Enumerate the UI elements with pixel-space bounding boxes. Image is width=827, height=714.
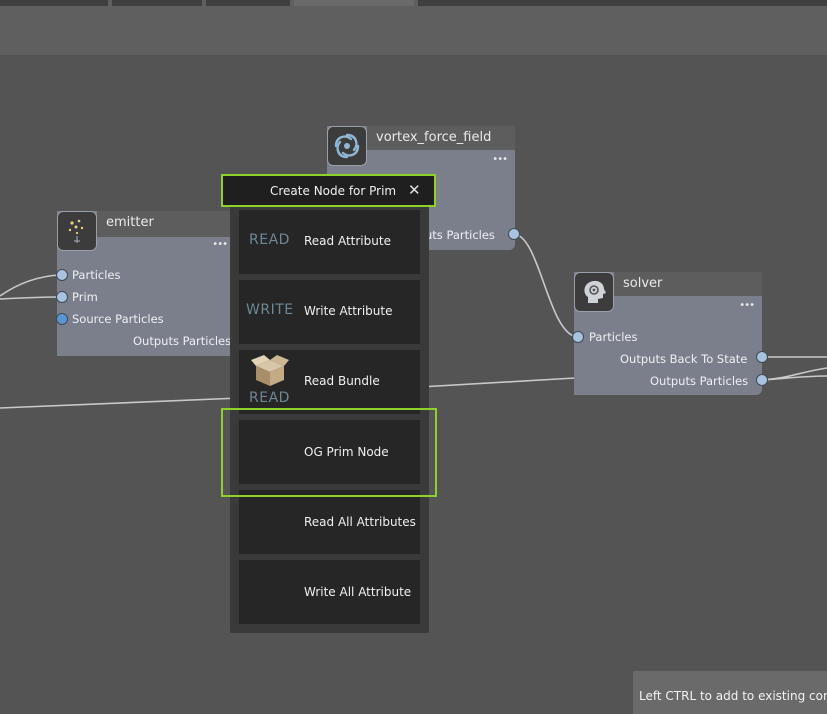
menu-item-label: Write Attribute xyxy=(304,304,393,318)
wire-vortex-to-solver xyxy=(513,233,578,338)
node-header: solver xyxy=(614,272,762,296)
menu-item-label: Read All Attributes xyxy=(304,515,416,529)
wire-prim-in xyxy=(0,296,61,300)
wire-particles-in xyxy=(0,274,61,297)
port-label: Particles xyxy=(72,268,121,282)
port-label: Outputs Particles xyxy=(650,374,749,388)
menu-item-label: Read Attribute xyxy=(304,234,391,248)
read-icon: READ xyxy=(249,232,290,248)
wire-to-solver xyxy=(419,377,576,388)
port-label: uts Particles xyxy=(425,228,495,242)
port-label: Particles xyxy=(589,330,638,344)
emitter-port-source-particles[interactable] xyxy=(56,313,68,325)
tooltip-text: Left CTRL to add to existing conn xyxy=(639,689,827,703)
port-label: Outputs Particles xyxy=(133,334,232,348)
emitter-port-prim[interactable] xyxy=(56,291,68,303)
node-title: emitter xyxy=(106,215,154,230)
emitter-port-particles[interactable] xyxy=(56,269,68,281)
node-header: vortex_force_field xyxy=(367,126,515,150)
node-menu-icon[interactable]: ••• xyxy=(212,239,228,250)
solver-port-particles[interactable] xyxy=(572,331,584,343)
vortex-port-outputs-particles[interactable] xyxy=(508,228,520,240)
menu-item-label: Read Bundle xyxy=(304,374,380,388)
node-header: emitter xyxy=(97,211,235,237)
node-menu-icon[interactable]: ••• xyxy=(739,300,755,311)
node-title: solver xyxy=(623,276,663,291)
menu-item-read-all-attributes[interactable]: Read All Attributes xyxy=(239,490,420,554)
brain-gear-icon xyxy=(574,272,614,312)
vortex-icon xyxy=(327,126,367,166)
sparkle-emitter-icon xyxy=(57,211,97,251)
solver-port-outputs-particles[interactable] xyxy=(756,374,768,386)
wire-bundle xyxy=(0,397,241,409)
menu-item-write-all-attribute[interactable]: Write All Attribute xyxy=(239,560,420,624)
port-label: Prim xyxy=(72,290,98,304)
read-icon: READ xyxy=(249,390,290,406)
menu-item-read-attribute[interactable]: READ Read Attribute xyxy=(239,210,420,274)
node-title: vortex_force_field xyxy=(376,130,492,145)
close-icon[interactable]: ✕ xyxy=(408,181,421,199)
menu-item-read-bundle[interactable]: READ Read Bundle xyxy=(239,350,420,414)
node-menu-icon[interactable]: ••• xyxy=(492,154,508,165)
menu-item-label: Write All Attribute xyxy=(304,585,412,599)
selection-highlight xyxy=(221,408,437,497)
box-icon xyxy=(250,354,290,392)
solver-port-outputs-back-to-state[interactable] xyxy=(756,351,768,363)
wire-particles-out-2 xyxy=(761,375,827,381)
write-icon: WRITE xyxy=(246,302,294,318)
port-label: Outputs Back To State xyxy=(620,352,748,366)
popup-title: Create Node for Prim xyxy=(270,184,397,198)
menu-item-write-attribute[interactable]: WRITE Write Attribute xyxy=(239,280,420,344)
popup-header: Create Node for Prim ✕ xyxy=(221,174,436,207)
port-label: Source Particles xyxy=(72,312,164,326)
hint-tooltip: Left CTRL to add to existing conn xyxy=(633,671,827,714)
